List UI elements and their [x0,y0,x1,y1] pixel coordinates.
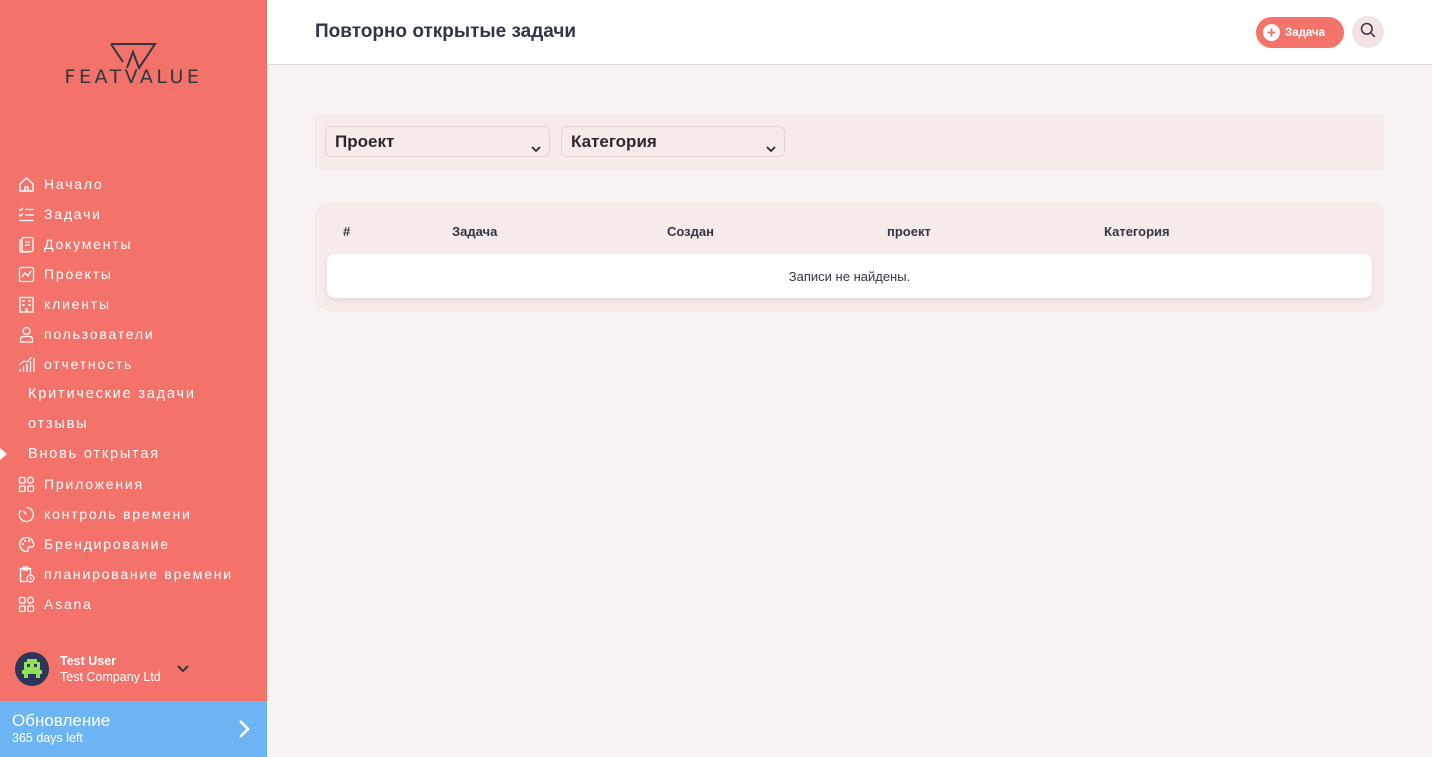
empty-state-row: Записи не найдены. [327,254,1372,298]
sidebar-item-label: отчетность [44,356,134,372]
sidebar-item-label: Задачи [44,206,102,222]
projects-icon [17,265,35,283]
sidebar-item-label: Приложения [44,476,144,492]
sidebar-item-label: клиенты [44,296,111,312]
user-menu[interactable]: Test User Test Company Ltd [15,651,255,687]
sidebar-item-time-planning[interactable]: планирование времени [0,559,267,589]
chevron-down-icon[interactable] [176,661,190,679]
column-header-created[interactable]: Создан [667,224,714,239]
chevron-right-icon [238,719,250,744]
apps-icon [17,475,35,493]
sidebar-item-label: пользователи [44,326,155,342]
sidebar-nav: Начало Задачи Документы Проекты клиенты [0,169,267,619]
category-select[interactable]: Категория [561,126,785,157]
top-header: Повторно открытые задачи Задача [267,0,1432,65]
sidebar-item-documents[interactable]: Документы [0,229,267,259]
sidebar-item-label: планирование времени [44,566,233,582]
palette-icon [17,535,35,553]
sidebar-item-reporting[interactable]: отчетность [0,349,267,379]
timer-icon [17,505,35,523]
sidebar-item-users[interactable]: пользователи [0,319,267,349]
home-icon [17,175,35,193]
sidebar: FEATVALUE Начало Задачи Документы Проект… [0,0,267,757]
plus-icon [1263,24,1280,41]
filter-bar: Проект Категория [315,114,1384,169]
tasks-table: # Задача Создан проект Категория Записи … [315,202,1384,311]
chevron-down-icon [766,138,776,158]
project-select-value: Проект [335,131,395,151]
user-icon [17,325,35,343]
upgrade-title: Обновление [12,711,111,730]
sidebar-item-label: Asana [44,596,93,612]
user-info: Test User Test Company Ltd [60,654,161,685]
sidebar-item-label: Критические задачи [28,386,196,402]
search-button[interactable] [1352,16,1384,48]
building-icon [17,295,35,313]
logo[interactable]: FEATVALUE [46,38,221,90]
logo-text: FEATVALUE [64,66,203,88]
avatar [15,652,49,686]
sidebar-item-time-control[interactable]: контроль времени [0,499,267,529]
sidebar-item-tasks[interactable]: Задачи [0,199,267,229]
sidebar-item-feedback[interactable]: отзывы [0,409,267,439]
add-task-label: Задача [1285,26,1326,39]
sidebar-item-branding[interactable]: Брендирование [0,529,267,559]
sidebar-item-label: Начало [44,176,104,192]
column-header-category[interactable]: Категория [1104,224,1170,239]
page-title: Повторно открытые задачи [315,21,577,42]
sidebar-item-critical-tasks[interactable]: Критические задачи [0,379,267,409]
sidebar-item-label: Брендирование [44,536,170,552]
column-header-project[interactable]: проект [887,224,931,239]
documents-icon [17,235,35,253]
sidebar-item-label: Проекты [44,266,113,282]
project-select[interactable]: Проект [325,126,550,157]
sidebar-item-asana[interactable]: Asana [0,589,267,619]
sidebar-item-projects[interactable]: Проекты [0,259,267,289]
clipboard-clock-icon [17,565,35,583]
sidebar-item-label: контроль времени [44,506,192,522]
sidebar-item-apps[interactable]: Приложения [0,469,267,499]
upgrade-days-left: 365 days left [12,731,83,745]
category-select-value: Категория [571,131,657,151]
task-list-icon [17,205,35,223]
sidebar-item-clients[interactable]: клиенты [0,289,267,319]
sidebar-item-label: отзывы [28,416,89,432]
sidebar-item-label: Документы [44,236,133,252]
add-task-button[interactable]: Задача [1256,17,1344,48]
sidebar-item-label: Вновь открытая [28,446,160,462]
search-icon [1360,22,1376,43]
upgrade-banner[interactable]: Обновление 365 days left [0,701,267,757]
apps-icon [17,595,35,613]
chart-icon [17,355,35,373]
column-header-number[interactable]: # [343,224,350,239]
sidebar-item-reopened[interactable]: Вновь открытая [0,439,267,469]
chevron-down-icon [531,138,541,158]
user-name: Test User [60,653,117,668]
user-company: Test Company Ltd [60,669,161,684]
column-header-task[interactable]: Задача [452,224,497,239]
sidebar-item-home[interactable]: Начало [0,169,267,199]
